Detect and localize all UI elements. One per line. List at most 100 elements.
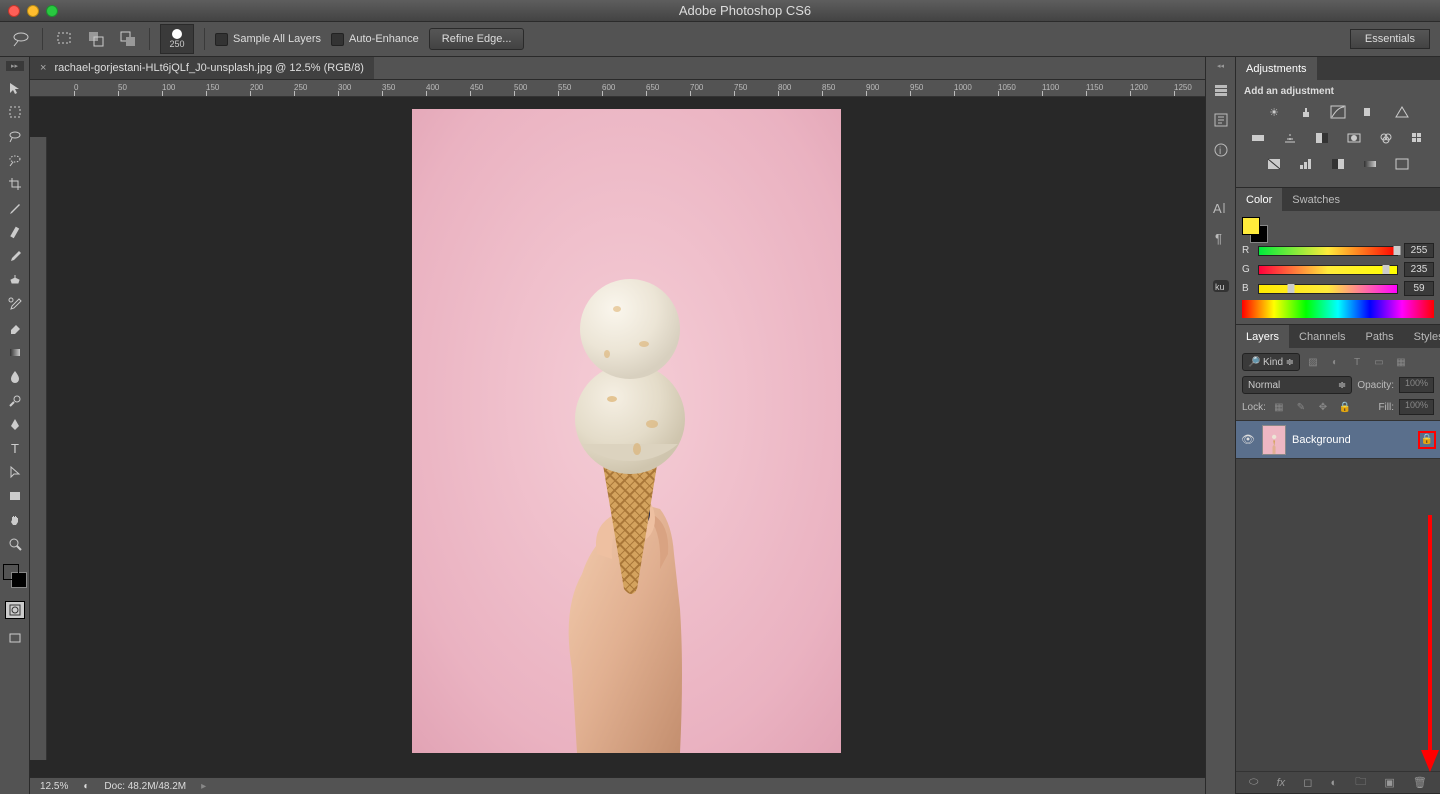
selective-color-adjustment-icon[interactable]	[1392, 155, 1412, 173]
type-tool-icon[interactable]: T	[3, 436, 27, 459]
layer-thumbnail[interactable]	[1262, 425, 1286, 455]
filter-adjustment-icon[interactable]: ◐	[1327, 354, 1343, 370]
layer-name[interactable]: Background	[1292, 434, 1412, 446]
pen-tool-icon[interactable]	[3, 412, 27, 435]
red-value[interactable]: 255	[1404, 243, 1434, 258]
foreground-color-swatch[interactable]	[3, 564, 19, 580]
workspace-switcher[interactable]: Essentials	[1350, 29, 1430, 49]
layer-mask-icon[interactable]: ◻	[1303, 776, 1312, 789]
layer-style-icon[interactable]: fx	[1277, 777, 1286, 789]
auto-enhance-checkbox[interactable]: Auto-Enhance	[331, 33, 419, 46]
green-slider[interactable]	[1258, 265, 1398, 275]
color-spectrum[interactable]	[1242, 300, 1434, 318]
color-lookup-adjustment-icon[interactable]	[1408, 129, 1428, 147]
dock-collapse-toggle[interactable]: ◂◂	[1212, 61, 1230, 71]
link-layers-icon[interactable]: ⬭	[1249, 776, 1258, 789]
posterize-adjustment-icon[interactable]	[1296, 155, 1316, 173]
status-preview-icon[interactable]: ◐	[83, 781, 89, 792]
document-info[interactable]: Doc: 48.2M/48.2M	[104, 781, 186, 792]
blue-slider[interactable]	[1258, 284, 1398, 294]
info-panel-icon[interactable]: i	[1209, 139, 1233, 161]
layer-lock-indicator[interactable]: 🔒	[1418, 431, 1436, 449]
new-selection-icon[interactable]	[53, 28, 75, 50]
styles-tab[interactable]: Styles	[1404, 325, 1440, 348]
character-panel-icon[interactable]: A	[1209, 197, 1233, 219]
zoom-tool-icon[interactable]	[3, 532, 27, 555]
horizontal-ruler[interactable]: 0501001502002503003504004505005506006507…	[30, 80, 1205, 97]
path-selection-tool-icon[interactable]	[3, 460, 27, 483]
adjustments-tab[interactable]: Adjustments	[1236, 57, 1317, 80]
invert-adjustment-icon[interactable]	[1264, 155, 1284, 173]
brush-preset-picker[interactable]: 250	[160, 24, 194, 54]
layers-tab[interactable]: Layers	[1236, 325, 1289, 348]
history-panel-icon[interactable]	[1209, 79, 1233, 101]
fill-input[interactable]: 100%	[1399, 399, 1434, 415]
hand-tool-icon[interactable]	[3, 508, 27, 531]
red-slider[interactable]	[1258, 246, 1398, 256]
history-brush-tool-icon[interactable]	[3, 292, 27, 315]
quick-mask-mode-icon[interactable]	[5, 601, 25, 619]
gradient-tool-icon[interactable]	[3, 340, 27, 363]
healing-brush-tool-icon[interactable]	[3, 220, 27, 243]
kuler-panel-icon[interactable]: ku	[1209, 275, 1233, 297]
swatches-tab[interactable]: Swatches	[1282, 188, 1350, 211]
blur-tool-icon[interactable]	[3, 364, 27, 387]
filter-smart-icon[interactable]: ▦	[1393, 354, 1409, 370]
clone-stamp-tool-icon[interactable]	[3, 268, 27, 291]
levels-adjustment-icon[interactable]	[1296, 103, 1316, 121]
eyedropper-tool-icon[interactable]	[3, 196, 27, 219]
lock-position-icon[interactable]: ✥	[1315, 399, 1331, 415]
new-group-icon[interactable]: 🗀	[1355, 773, 1366, 792]
eraser-tool-icon[interactable]	[3, 316, 27, 339]
blue-value[interactable]: 59	[1404, 281, 1434, 296]
panel-foreground-swatch[interactable]	[1242, 217, 1260, 235]
blend-mode-dropdown[interactable]: Normal≑	[1242, 376, 1352, 394]
rectangle-tool-icon[interactable]	[3, 484, 27, 507]
document-tab[interactable]: × rachael-gorjestani-HLt6jQLf_J0-unsplas…	[30, 57, 374, 79]
canvas[interactable]	[412, 109, 841, 753]
refine-edge-button[interactable]: Refine Edge...	[429, 28, 525, 50]
channels-tab[interactable]: Channels	[1289, 325, 1355, 348]
lasso-tool-icon[interactable]	[3, 124, 27, 147]
lock-transparency-icon[interactable]: ▦	[1271, 399, 1287, 415]
brightness-adjustment-icon[interactable]: ☀	[1264, 103, 1284, 121]
channel-mixer-adjustment-icon[interactable]	[1376, 129, 1396, 147]
exposure-adjustment-icon[interactable]	[1360, 103, 1380, 121]
marquee-tool-icon[interactable]	[3, 100, 27, 123]
threshold-adjustment-icon[interactable]	[1328, 155, 1348, 173]
tools-expand-toggle[interactable]: ▸▸	[6, 61, 24, 71]
add-selection-icon[interactable]	[85, 28, 107, 50]
close-tab-icon[interactable]: ×	[40, 62, 46, 74]
layer-row[interactable]: 👁 Background 🔒	[1236, 421, 1440, 459]
sample-all-layers-checkbox[interactable]: Sample All Layers	[215, 33, 321, 46]
photo-filter-adjustment-icon[interactable]	[1344, 129, 1364, 147]
color-balance-adjustment-icon[interactable]	[1280, 129, 1300, 147]
color-swatches[interactable]	[3, 564, 27, 588]
dodge-tool-icon[interactable]	[3, 388, 27, 411]
paths-tab[interactable]: Paths	[1356, 325, 1404, 348]
quick-selection-tool-icon[interactable]	[3, 148, 27, 171]
lock-all-icon[interactable]: 🔒	[1337, 399, 1353, 415]
bw-adjustment-icon[interactable]	[1312, 129, 1332, 147]
new-layer-icon[interactable]: ▣	[1384, 776, 1394, 789]
subtract-selection-icon[interactable]	[117, 28, 139, 50]
color-tab[interactable]: Color	[1236, 188, 1282, 211]
move-tool-icon[interactable]	[3, 76, 27, 99]
layer-visibility-icon[interactable]: 👁	[1240, 433, 1256, 446]
filter-shape-icon[interactable]: ▭	[1371, 354, 1387, 370]
filter-type-icon[interactable]: T	[1349, 354, 1365, 370]
gradient-map-adjustment-icon[interactable]	[1360, 155, 1380, 173]
new-adjustment-layer-icon[interactable]: ◐	[1330, 777, 1337, 789]
active-tool-icon[interactable]	[10, 28, 32, 50]
zoom-level[interactable]: 12.5%	[40, 781, 68, 792]
opacity-input[interactable]: 100%	[1399, 377, 1434, 393]
paragraph-panel-icon[interactable]: ¶	[1209, 227, 1233, 249]
filter-pixel-icon[interactable]: ▨	[1305, 354, 1321, 370]
window-close-button[interactable]	[8, 5, 20, 17]
window-minimize-button[interactable]	[27, 5, 39, 17]
properties-panel-icon[interactable]	[1209, 109, 1233, 131]
vertical-ruler[interactable]	[30, 137, 47, 760]
green-value[interactable]: 235	[1404, 262, 1434, 277]
layer-filter-dropdown[interactable]: 🔎Kind≑	[1242, 353, 1300, 371]
crop-tool-icon[interactable]	[3, 172, 27, 195]
